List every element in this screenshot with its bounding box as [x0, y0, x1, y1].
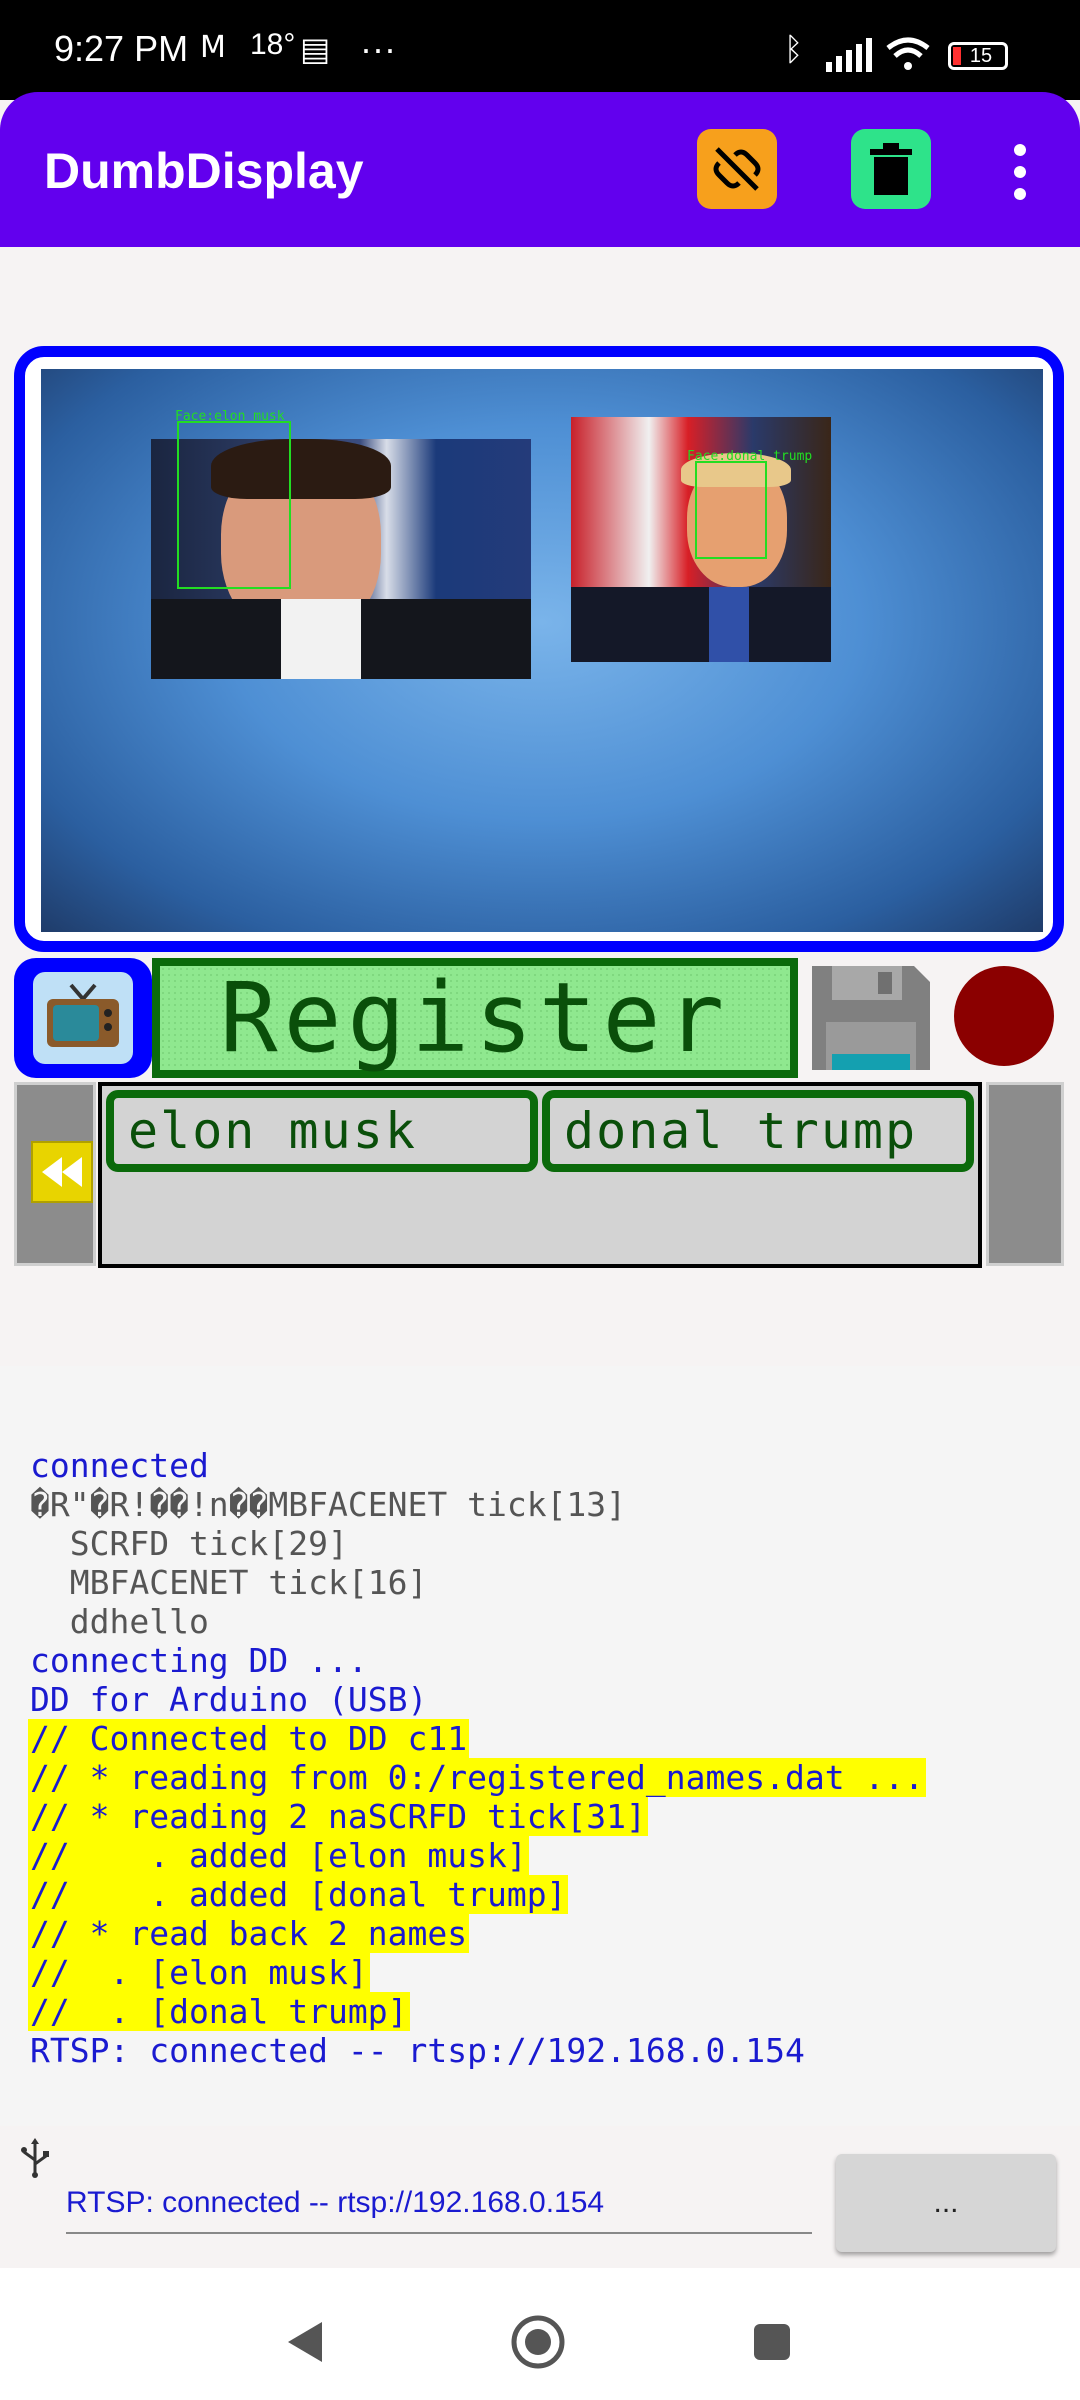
log-line-text: �R"�R!��!n��MBFACENET tick[13]	[30, 1485, 627, 1524]
face-label-right: Face:donal trump	[687, 449, 813, 464]
more-vert-icon	[1014, 144, 1026, 156]
tv-button[interactable]	[14, 958, 152, 1078]
nav-recents-button[interactable]	[742, 2312, 802, 2372]
face-box-left	[177, 421, 291, 589]
strip-right[interactable]	[986, 1082, 1064, 1266]
status-overflow: ···	[360, 28, 396, 69]
log-line-text: // * reading from 0:/registered_names.da…	[28, 1758, 927, 1797]
status-time: 9:27 PM	[54, 28, 189, 69]
recents-icon	[754, 2324, 790, 2360]
log-area[interactable]: connected �R"�R!��!n��MBFACENET tick[13] …	[0, 1366, 1080, 2126]
log-line: // * read back 2 names	[28, 1914, 926, 1953]
log-line: �R"�R!��!n��MBFACENET tick[13]	[28, 1485, 926, 1524]
register-button[interactable]: Register	[152, 958, 798, 1078]
face-box-right	[695, 461, 767, 559]
home-icon	[511, 2315, 565, 2369]
log-line-text: SCRFD tick[29]	[30, 1524, 348, 1563]
log-line-text: // * reading 2 naSCRFD tick[31]	[28, 1797, 648, 1836]
app-title: DumbDisplay	[44, 143, 364, 199]
strip-left	[14, 1082, 96, 1266]
log-line: // . added [elon musk]	[28, 1836, 926, 1875]
name-chip[interactable]: elon musk	[106, 1090, 538, 1172]
status-bar: 9:27 PM M 18° ▤ ··· ᛒ 15	[0, 0, 1080, 100]
trash-button[interactable]	[851, 129, 931, 209]
log-line: ddhello	[28, 1602, 926, 1641]
register-label: Register	[219, 962, 731, 1074]
navigation-bar	[0, 2268, 1080, 2400]
unlink-button[interactable]	[697, 129, 777, 209]
log-line-text: MBFACENET tick[16]	[30, 1563, 428, 1602]
log-line-text: DD for Arduino (USB)	[30, 1680, 428, 1719]
face-label-left: Face:elon musk	[175, 409, 285, 424]
unlink-icon	[713, 147, 761, 191]
battery-level: 15	[969, 44, 993, 67]
log-line-text: // Connected to DD c11	[28, 1719, 470, 1758]
log-line: // . [donal trump]	[28, 1992, 926, 2031]
news-icon: ▤	[300, 30, 331, 68]
tv-icon	[47, 983, 119, 1047]
log-line: // . [elon musk]	[28, 1953, 926, 1992]
camera-frame: Face:elon musk Face:donal trump	[14, 346, 1064, 952]
log-line: SCRFD tick[29]	[28, 1524, 926, 1563]
log-line-text: // . added [elon musk]	[28, 1836, 529, 1875]
log-line-text: ddhello	[30, 1602, 209, 1641]
log-line: // Connected to DD c11	[28, 1719, 926, 1758]
battery-icon: 15	[948, 42, 1008, 70]
log-line: connecting DD ...	[28, 1641, 926, 1680]
nav-back-button[interactable]	[274, 2312, 334, 2372]
wifi-icon	[886, 37, 930, 70]
status-temperature: 18°	[250, 28, 296, 61]
gmail-icon: M	[200, 30, 226, 65]
rewind-icon	[42, 1157, 82, 1187]
log-line-text: RTSP: connected -- rtsp://192.168.0.154	[30, 2031, 805, 2070]
record-button[interactable]	[954, 966, 1054, 1066]
log-line-text: connected	[30, 1446, 209, 1485]
send-button[interactable]: ...	[836, 2154, 1056, 2252]
camera-view[interactable]: Face:elon musk Face:donal trump	[41, 369, 1043, 932]
signal-icon	[826, 38, 872, 72]
log-line-text: connecting DD ...	[30, 1641, 368, 1680]
bluetooth-icon: ᛒ	[784, 30, 804, 68]
log-line-text: // . [elon musk]	[28, 1953, 370, 1992]
log-line: // . added [donal trump]	[28, 1875, 926, 1914]
log-line: RTSP: connected -- rtsp://192.168.0.154	[28, 2031, 926, 2070]
name-chip[interactable]: donal trump	[542, 1090, 974, 1172]
suit-right	[571, 587, 831, 662]
nav-home-button[interactable]	[508, 2312, 568, 2372]
log-lines: connected �R"�R!��!n��MBFACENET tick[13] …	[28, 1446, 927, 2070]
rewind-button[interactable]	[31, 1141, 93, 1203]
log-line-text: // . [donal trump]	[28, 1992, 410, 2031]
registered-names-panel: elon musk donal trump	[98, 1082, 982, 1268]
app-bar: DumbDisplay	[0, 92, 1080, 247]
log-line: // * reading from 0:/registered_names.da…	[28, 1758, 927, 1797]
log-line: // * reading 2 naSCRFD tick[31]	[28, 1797, 926, 1836]
log-line-text: // . added [donal trump]	[28, 1875, 569, 1914]
log-line-text: // * read back 2 names	[28, 1914, 470, 1953]
more-options-button[interactable]	[1000, 132, 1040, 212]
trash-icon	[870, 143, 912, 195]
command-input[interactable]	[66, 2180, 812, 2234]
log-line: connected	[28, 1446, 926, 1485]
log-line: DD for Arduino (USB)	[28, 1680, 926, 1719]
usb-icon	[21, 2138, 49, 2178]
log-line: MBFACENET tick[16]	[28, 1563, 926, 1602]
save-icon[interactable]	[808, 962, 934, 1074]
back-icon	[288, 2322, 322, 2362]
